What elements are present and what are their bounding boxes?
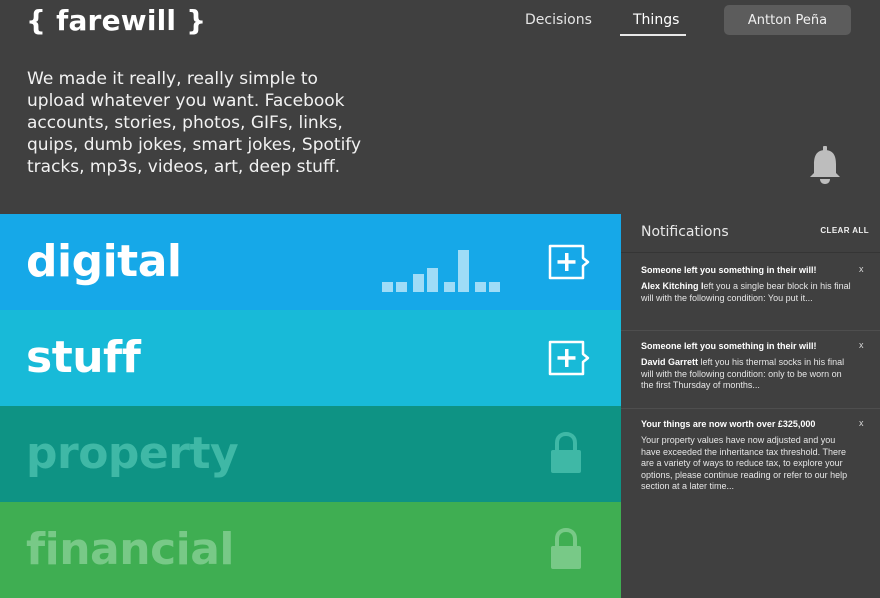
notification-item[interactable]: Someone left you something in their will… <box>621 330 880 408</box>
add-icon[interactable] <box>547 244 591 280</box>
notification-sender[interactable]: David Garrett <box>641 357 698 367</box>
category-label: property <box>26 428 239 479</box>
notifications-title: Notifications <box>641 224 729 240</box>
notification-item[interactable]: Your things are now worth over £325,000 … <box>621 408 880 508</box>
notification-item[interactable]: Someone left you something in their will… <box>621 254 880 330</box>
notification-title: Someone left you something in their will… <box>641 341 817 351</box>
nav-things[interactable]: Things <box>633 12 679 28</box>
notification-title: Someone left you something in their will… <box>641 265 817 275</box>
category-financial[interactable]: financial <box>0 502 621 598</box>
intro-text: We made it really, really simple to uplo… <box>27 69 362 177</box>
notification-body: David Garrett left you his thermal socks… <box>641 357 851 392</box>
nav-decisions[interactable]: Decisions <box>525 12 592 28</box>
notification-body: Your property values have now adjusted a… <box>641 435 851 493</box>
farewill-logo[interactable]: { farewill } <box>26 4 206 37</box>
category-property[interactable]: property <box>0 406 621 502</box>
bell-icon[interactable] <box>808 146 842 184</box>
category-stuff[interactable]: stuff <box>0 310 621 406</box>
notifications-panel: Notifications CLEAR ALL Someone left you… <box>621 214 880 598</box>
notification-sender[interactable]: Alex Kitching <box>641 281 699 291</box>
notification-text: Your property values have now adjusted a… <box>641 435 848 491</box>
nav-active-indicator <box>620 34 686 36</box>
clear-all-button[interactable]: CLEAR ALL <box>820 226 869 235</box>
notification-body: Alex Kitching left you a single bear blo… <box>641 281 851 304</box>
bar-chart-icon <box>382 250 500 292</box>
category-label: digital <box>26 236 182 287</box>
close-icon[interactable]: x <box>859 418 864 428</box>
user-menu-button[interactable]: Antton Peña <box>724 5 851 35</box>
category-label: stuff <box>26 332 141 383</box>
close-icon[interactable]: x <box>859 264 864 274</box>
divider <box>621 252 880 253</box>
lock-icon <box>551 432 581 473</box>
notification-title: Your things are now worth over £325,000 <box>641 419 816 429</box>
lock-icon <box>551 528 581 569</box>
header: { farewill } Decisions Things Antton Peñ… <box>0 0 880 214</box>
category-digital[interactable]: digital <box>0 214 621 310</box>
add-icon[interactable] <box>547 340 591 376</box>
close-icon[interactable]: x <box>859 340 864 350</box>
category-label: financial <box>26 524 235 575</box>
